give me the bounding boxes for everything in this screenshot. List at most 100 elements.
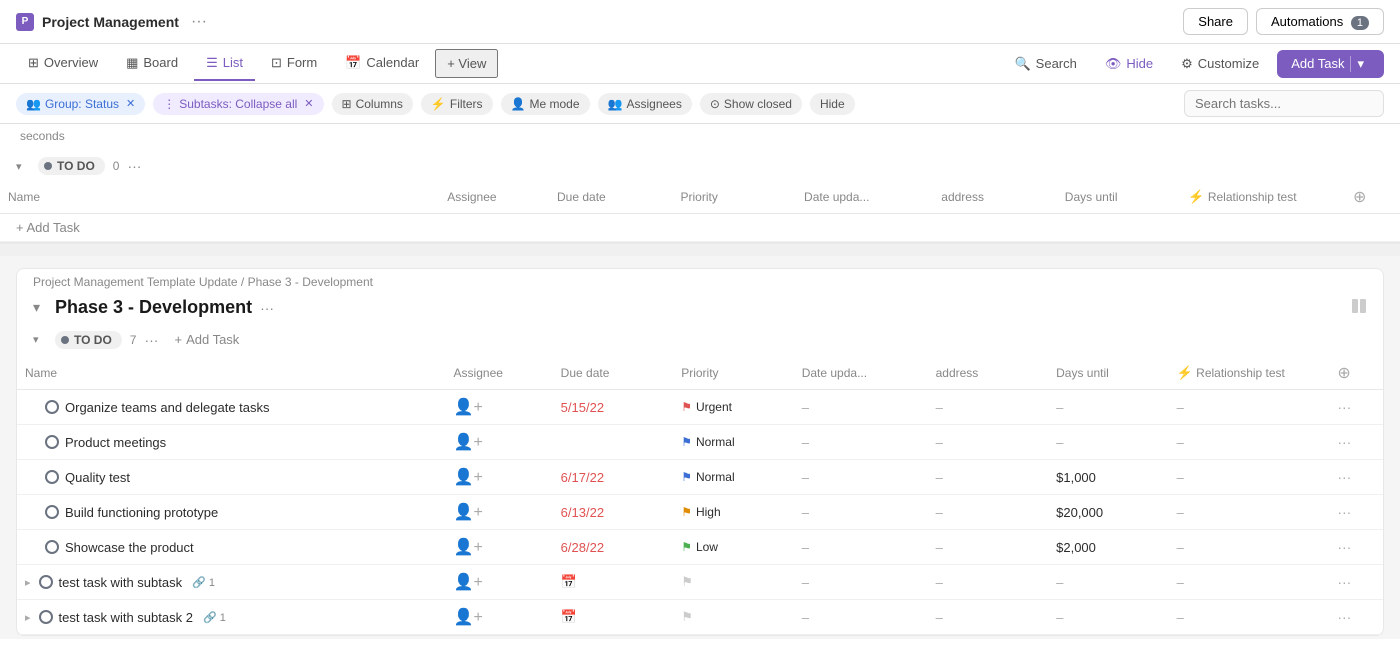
subtasks-close[interactable]: ✕ xyxy=(304,97,313,110)
phase3-col-priority: Priority xyxy=(673,357,794,390)
address-value: – xyxy=(936,470,943,485)
tab-list[interactable]: ☰ List xyxy=(194,47,255,81)
task-rel-cell: – xyxy=(1169,600,1330,635)
todo-more-top[interactable]: ··· xyxy=(127,158,141,174)
expand-chevron[interactable]: ▸ xyxy=(25,611,31,624)
row-actions-button[interactable]: ··· xyxy=(1337,539,1351,555)
task-name-cell: ▸ test task with subtask 2 🔗 1 xyxy=(17,600,446,635)
add-task-row-top[interactable]: + Add Task xyxy=(0,214,1400,242)
rel-value: – xyxy=(1177,540,1184,555)
subtasks-chip[interactable]: ⋮ Subtasks: Collapse all ✕ xyxy=(153,93,323,115)
task-assignee-cell: 👤+ xyxy=(446,425,553,460)
phase3-col-due: Due date xyxy=(553,357,674,390)
search-nav-button[interactable]: 🔍 Search xyxy=(1004,51,1086,77)
task-status-icon[interactable] xyxy=(39,575,53,589)
assignees-chip[interactable]: 👥 Assignees xyxy=(598,93,692,115)
task-days-cell: – xyxy=(1048,425,1169,460)
task-name-text[interactable]: Product meetings xyxy=(65,435,166,450)
automations-button[interactable]: Automations 1 xyxy=(1256,8,1384,35)
assignee-add-icon[interactable]: 👤+ xyxy=(454,504,483,521)
expand-chevron[interactable]: ▸ xyxy=(25,576,31,589)
task-name-text[interactable]: test task with subtask 2 xyxy=(59,610,193,625)
task-status-icon[interactable] xyxy=(45,435,59,449)
phase3-col-add[interactable]: ⊕ xyxy=(1329,357,1383,390)
task-status-icon[interactable] xyxy=(45,400,59,414)
tab-board[interactable]: ▦ Board xyxy=(114,47,190,81)
show-closed-chip[interactable]: ⊙ Show closed xyxy=(700,93,802,115)
phase3-col-header-row: Name Assignee Due date Priority Date upd… xyxy=(17,357,1383,390)
task-address-cell: – xyxy=(928,390,1049,425)
assignee-add-icon[interactable]: 👤+ xyxy=(454,574,483,591)
task-name-inner: Organize teams and delegate tasks xyxy=(25,400,438,415)
task-name-text[interactable]: test task with subtask xyxy=(59,575,183,590)
tab-calendar[interactable]: 📅 Calendar xyxy=(333,47,431,81)
phase3-todo-badge: TO DO xyxy=(55,331,122,349)
col-header-name-top: Name xyxy=(0,181,439,214)
task-status-icon[interactable] xyxy=(39,610,53,624)
assignee-add-icon[interactable]: 👤+ xyxy=(454,469,483,486)
task-address-cell: – xyxy=(928,530,1049,565)
assignee-add-icon[interactable]: 👤+ xyxy=(454,539,483,556)
me-mode-chip[interactable]: 👤 Me mode xyxy=(501,93,590,115)
hide-chip[interactable]: Hide xyxy=(810,93,855,115)
assignee-add-icon[interactable]: 👤+ xyxy=(454,399,483,416)
hide-nav-button[interactable]: 👁 Hide xyxy=(1095,51,1163,77)
phase3-chevron[interactable]: ▾ xyxy=(33,299,47,316)
row-actions-button[interactable]: ··· xyxy=(1337,469,1351,485)
tab-board-label: Board xyxy=(143,55,178,70)
task-priority-cell: ⚑ xyxy=(673,565,794,600)
hide-chip-label: Hide xyxy=(820,97,845,111)
phase3-table: Name Assignee Due date Priority Date upd… xyxy=(17,357,1383,635)
task-due-cell: 📅 xyxy=(553,600,674,635)
phase3-panel-toggle[interactable] xyxy=(1351,298,1367,317)
search-input[interactable] xyxy=(1184,90,1384,117)
add-task-main-button[interactable]: Add Task ▾ xyxy=(1277,50,1384,78)
share-button[interactable]: Share xyxy=(1183,8,1248,35)
add-task-cell-top[interactable]: + Add Task xyxy=(0,214,1400,242)
row-actions-button[interactable]: ··· xyxy=(1337,609,1351,625)
task-status-icon[interactable] xyxy=(45,470,59,484)
col-header-add-top[interactable]: ⊕ xyxy=(1345,181,1400,214)
group-status-close[interactable]: ✕ xyxy=(126,97,135,110)
task-name-text[interactable]: Organize teams and delegate tasks xyxy=(65,400,270,415)
add-view-button[interactable]: + View xyxy=(435,49,498,78)
app-title: Project Management xyxy=(42,14,179,30)
task-rel-cell: – xyxy=(1169,530,1330,565)
task-status-icon[interactable] xyxy=(45,540,59,554)
show-closed-icon: ⊙ xyxy=(710,97,720,111)
assignee-add-icon[interactable]: 👤+ xyxy=(454,609,483,626)
columns-chip[interactable]: ⊞ Columns xyxy=(332,93,413,115)
phase3-col-assignee: Assignee xyxy=(446,357,553,390)
filters-label: Filters xyxy=(450,97,483,111)
filters-chip[interactable]: ⚡ Filters xyxy=(421,93,493,115)
phase3-todo-chevron[interactable]: ▾ xyxy=(33,333,47,346)
todo-chevron-top[interactable]: ▾ xyxy=(16,160,30,173)
phase3-add-task-button[interactable]: + Add Task xyxy=(166,328,247,351)
group-status-chip[interactable]: 👥 Group: Status ✕ xyxy=(16,93,145,115)
assignee-add-icon[interactable]: 👤+ xyxy=(454,434,483,451)
priority-flag-empty: ⚑ xyxy=(681,609,693,624)
row-actions-button[interactable]: ··· xyxy=(1337,399,1351,415)
task-name-cell: Product meetings xyxy=(17,425,446,460)
tab-overview[interactable]: ⊞ Overview xyxy=(16,47,110,81)
task-name-text[interactable]: Quality test xyxy=(65,470,130,485)
phase3-todo-label: TO DO xyxy=(74,333,112,347)
row-actions-button[interactable]: ··· xyxy=(1337,504,1351,520)
row-actions-button[interactable]: ··· xyxy=(1337,434,1351,450)
phase3-title-row: ▾ Phase 3 - Development ··· xyxy=(17,289,1383,322)
task-priority-cell: ⚑ Urgent xyxy=(673,390,794,425)
task-name-text[interactable]: Build functioning prototype xyxy=(65,505,218,520)
row-actions-button[interactable]: ··· xyxy=(1337,574,1351,590)
priority-badge: ⚑ Normal xyxy=(681,435,786,449)
add-col-icon-top[interactable]: ⊕ xyxy=(1353,189,1366,206)
task-status-icon[interactable] xyxy=(45,505,59,519)
app-menu-button[interactable]: ··· xyxy=(187,11,211,33)
phase3-add-col-icon[interactable]: ⊕ xyxy=(1337,365,1350,382)
task-name-text[interactable]: Showcase the product xyxy=(65,540,194,555)
tab-form[interactable]: ⊡ Form xyxy=(259,47,329,81)
task-days-cell: $1,000 xyxy=(1048,460,1169,495)
customize-nav-button[interactable]: ⚙ Customize xyxy=(1171,51,1269,77)
rel-value: – xyxy=(1177,610,1184,625)
phase3-todo-more[interactable]: ··· xyxy=(144,332,158,348)
phase3-more[interactable]: ··· xyxy=(260,300,274,316)
